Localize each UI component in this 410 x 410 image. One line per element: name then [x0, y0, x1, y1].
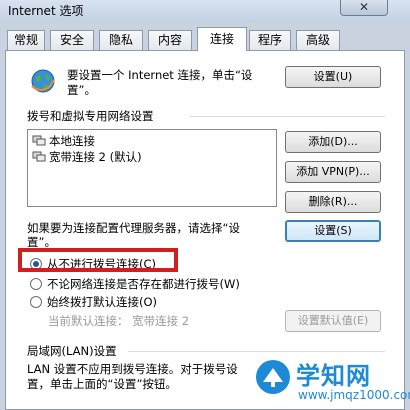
- remove-button[interactable]: 删除(R)...: [285, 191, 381, 213]
- watermark-logo-icon: [256, 360, 290, 394]
- proxy-text-line1: 如果要为连接配置代理服务器，请选择“设: [27, 221, 240, 235]
- radio-always-dial[interactable]: [30, 296, 42, 308]
- connection-name: 宽带连接 2 (默认): [49, 150, 142, 164]
- watermark-title: 学知网: [296, 362, 371, 390]
- tab-privacy[interactable]: 隐私: [99, 30, 143, 51]
- tab-content[interactable]: 内容: [148, 30, 192, 51]
- tab-programs[interactable]: 程序: [249, 30, 291, 51]
- add-button[interactable]: 添加(D)...: [285, 131, 381, 153]
- close-button[interactable]: ✕: [340, 0, 388, 16]
- set-default-button[interactable]: 设置默认值(E): [285, 310, 381, 332]
- radio-always-dial-label[interactable]: 始终拨打默认连接(O): [47, 294, 157, 310]
- list-item[interactable]: 本地连接: [32, 133, 95, 149]
- radio-dial-when-no-network-label[interactable]: 不论网络连接是否存在都进行拨号(W): [47, 276, 240, 292]
- highlight-annotation: [18, 248, 178, 272]
- network-connection-icon: [32, 151, 46, 162]
- tab-general[interactable]: 常规: [7, 30, 45, 51]
- lan-section-title: 局域网(LAN)设置: [27, 344, 117, 358]
- connections-list[interactable]: 本地连接 宽带连接 2 (默认): [27, 129, 277, 207]
- watermark-url: www.jmqz1000.com: [298, 388, 410, 402]
- tab-bar: 常规 安全 隐私 内容 连接 程序 高级: [0, 27, 410, 51]
- radio-dial-when-no-network[interactable]: [30, 278, 42, 290]
- tab-connections[interactable]: 连接: [197, 27, 247, 51]
- lan-separator: [128, 351, 385, 352]
- add-vpn-button[interactable]: 添加 VPN(P)...: [285, 161, 381, 183]
- lan-text-line2: 置，单击上面的“设置”按钮。: [27, 377, 177, 391]
- tab-security[interactable]: 安全: [50, 30, 94, 51]
- dialup-section-title: 拨号和虚拟专用网络设置: [27, 109, 154, 123]
- internet-globe-icon: [31, 69, 55, 93]
- proxy-settings-button[interactable]: 设置(S): [285, 220, 381, 242]
- watermark: 学知网 www.jmqz1000.com: [254, 356, 410, 406]
- close-icon: ✕: [358, 0, 370, 14]
- title-bar: Internet 选项 ✕: [0, 0, 410, 22]
- window-title: Internet 选项: [8, 4, 84, 18]
- setup-button[interactable]: 设置(U): [285, 66, 381, 88]
- current-default-connection: 当前默认连接： 宽带连接 2: [48, 314, 190, 328]
- list-item[interactable]: 宽带连接 2 (默认): [32, 149, 142, 165]
- lan-text-line1: LAN 设置不应用到拨号连接。对于拨号设: [27, 362, 238, 376]
- connection-name: 本地连接: [49, 134, 95, 148]
- network-connection-icon: [32, 135, 46, 146]
- dialup-separator: [190, 116, 385, 117]
- setup-text-line2: 置”。: [67, 83, 96, 97]
- setup-text-line1: 要设置一个 Internet 连接，单击“设: [67, 68, 253, 82]
- tab-advanced[interactable]: 高级: [296, 30, 340, 51]
